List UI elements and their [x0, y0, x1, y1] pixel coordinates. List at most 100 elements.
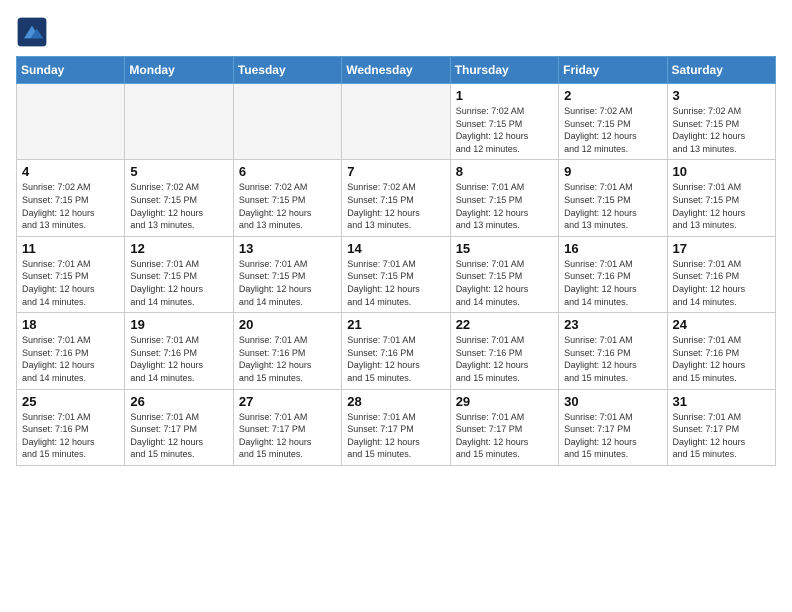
calendar-cell [342, 84, 450, 160]
calendar-cell: 4 Sunrise: 7:02 AM Sunset: 7:15 PM Daylig… [17, 160, 125, 236]
day-info: Sunrise: 7:01 AM Sunset: 7:15 PM Dayligh… [456, 181, 553, 231]
day-info: Sunrise: 7:01 AM Sunset: 7:16 PM Dayligh… [673, 334, 770, 384]
day-info: Sunrise: 7:01 AM Sunset: 7:17 PM Dayligh… [456, 411, 553, 461]
calendar-cell: 26 Sunrise: 7:01 AM Sunset: 7:17 PM Dayli… [125, 389, 233, 465]
day-number: 26 [130, 394, 227, 409]
day-number: 30 [564, 394, 661, 409]
day-info: Sunrise: 7:01 AM Sunset: 7:16 PM Dayligh… [22, 334, 119, 384]
calendar-cell [125, 84, 233, 160]
day-info: Sunrise: 7:01 AM Sunset: 7:15 PM Dayligh… [130, 258, 227, 308]
logo-icon [16, 16, 48, 48]
calendar-table: SundayMondayTuesdayWednesdayThursdayFrid… [16, 56, 776, 466]
calendar-cell: 13 Sunrise: 7:01 AM Sunset: 7:15 PM Dayli… [233, 236, 341, 312]
day-number: 5 [130, 164, 227, 179]
calendar-cell: 15 Sunrise: 7:01 AM Sunset: 7:15 PM Dayli… [450, 236, 558, 312]
weekday-header-sunday: Sunday [17, 57, 125, 84]
day-number: 29 [456, 394, 553, 409]
calendar-week-2: 4 Sunrise: 7:02 AM Sunset: 7:15 PM Daylig… [17, 160, 776, 236]
calendar-cell: 6Sunrise: 7:02 AM Sunset: 7:15 PM Daylig… [233, 160, 341, 236]
day-info: Sunrise: 7:02 AM Sunset: 7:15 PM Dayligh… [347, 181, 444, 231]
day-number: 22 [456, 317, 553, 332]
calendar-cell: 24 Sunrise: 7:01 AM Sunset: 7:16 PM Dayli… [667, 313, 775, 389]
day-info: Sunrise: 7:01 AM Sunset: 7:15 PM Dayligh… [456, 258, 553, 308]
calendar-cell: 11 Sunrise: 7:01 AM Sunset: 7:15 PM Dayli… [17, 236, 125, 312]
calendar-cell: 30 Sunrise: 7:01 AM Sunset: 7:17 PM Dayli… [559, 389, 667, 465]
day-number: 9 [564, 164, 661, 179]
calendar-cell: 7 Sunrise: 7:02 AM Sunset: 7:15 PM Daylig… [342, 160, 450, 236]
day-info: Sunrise: 7:01 AM Sunset: 7:16 PM Dayligh… [347, 334, 444, 384]
calendar-cell: 27Sunrise: 7:01 AM Sunset: 7:17 PM Dayli… [233, 389, 341, 465]
day-info: Sunrise: 7:02 AM Sunset: 7:15 PM Dayligh… [130, 181, 227, 231]
weekday-header-wednesday: Wednesday [342, 57, 450, 84]
calendar-week-5: 25 Sunrise: 7:01 AM Sunset: 7:16 PM Dayli… [17, 389, 776, 465]
calendar-week-4: 18 Sunrise: 7:01 AM Sunset: 7:16 PM Dayli… [17, 313, 776, 389]
logo [16, 16, 52, 48]
day-info: Sunrise: 7:01 AM Sunset: 7:15 PM Dayligh… [22, 258, 119, 308]
day-info: Sunrise: 7:01 AM Sunset: 7:17 PM Dayligh… [239, 411, 336, 461]
day-number: 17 [673, 241, 770, 256]
day-info: Sunrise: 7:01 AM Sunset: 7:15 PM Dayligh… [564, 181, 661, 231]
page-header [16, 16, 776, 48]
calendar-week-3: 11 Sunrise: 7:01 AM Sunset: 7:15 PM Dayli… [17, 236, 776, 312]
day-number: 18 [22, 317, 119, 332]
day-number: 13 [239, 241, 336, 256]
day-number: 11 [22, 241, 119, 256]
calendar-cell: 18 Sunrise: 7:01 AM Sunset: 7:16 PM Dayli… [17, 313, 125, 389]
calendar-cell: 16Sunrise: 7:01 AM Sunset: 7:16 PM Dayli… [559, 236, 667, 312]
weekday-header-friday: Friday [559, 57, 667, 84]
calendar-cell: 9 Sunrise: 7:01 AM Sunset: 7:15 PM Daylig… [559, 160, 667, 236]
weekday-header-monday: Monday [125, 57, 233, 84]
day-number: 14 [347, 241, 444, 256]
calendar-cell: 25 Sunrise: 7:01 AM Sunset: 7:16 PM Dayli… [17, 389, 125, 465]
day-number: 28 [347, 394, 444, 409]
day-info: Sunrise: 7:01 AM Sunset: 7:17 PM Dayligh… [564, 411, 661, 461]
calendar-cell: 1 Sunrise: 7:02 AM Sunset: 7:15 PM Daylig… [450, 84, 558, 160]
day-number: 1 [456, 88, 553, 103]
day-info: Sunrise: 7:01 AM Sunset: 7:15 PM Dayligh… [239, 258, 336, 308]
day-info: Sunrise: 7:02 AM Sunset: 7:15 PM Dayligh… [456, 105, 553, 155]
weekday-header-row: SundayMondayTuesdayWednesdayThursdayFrid… [17, 57, 776, 84]
day-number: 19 [130, 317, 227, 332]
calendar-cell: 3 Sunrise: 7:02 AM Sunset: 7:15 PM Daylig… [667, 84, 775, 160]
day-number: 21 [347, 317, 444, 332]
calendar-cell [17, 84, 125, 160]
day-number: 12 [130, 241, 227, 256]
calendar-cell: 21 Sunrise: 7:01 AM Sunset: 7:16 PM Dayli… [342, 313, 450, 389]
day-info: Sunrise: 7:01 AM Sunset: 7:16 PM Dayligh… [22, 411, 119, 461]
calendar-cell: 12 Sunrise: 7:01 AM Sunset: 7:15 PM Dayli… [125, 236, 233, 312]
calendar-cell: 28 Sunrise: 7:01 AM Sunset: 7:17 PM Dayli… [342, 389, 450, 465]
day-info: Sunrise: 7:01 AM Sunset: 7:16 PM Dayligh… [239, 334, 336, 384]
day-number: 4 [22, 164, 119, 179]
day-number: 15 [456, 241, 553, 256]
calendar-cell: 14Sunrise: 7:01 AM Sunset: 7:15 PM Dayli… [342, 236, 450, 312]
day-info: Sunrise: 7:01 AM Sunset: 7:17 PM Dayligh… [130, 411, 227, 461]
calendar-cell: 2Sunrise: 7:02 AM Sunset: 7:15 PM Daylig… [559, 84, 667, 160]
day-info: Sunrise: 7:02 AM Sunset: 7:15 PM Dayligh… [673, 105, 770, 155]
calendar-cell: 8 Sunrise: 7:01 AM Sunset: 7:15 PM Daylig… [450, 160, 558, 236]
day-number: 16 [564, 241, 661, 256]
weekday-header-thursday: Thursday [450, 57, 558, 84]
calendar-cell: 17Sunrise: 7:01 AM Sunset: 7:16 PM Dayli… [667, 236, 775, 312]
calendar-cell: 19 Sunrise: 7:01 AM Sunset: 7:16 PM Dayli… [125, 313, 233, 389]
day-info: Sunrise: 7:01 AM Sunset: 7:15 PM Dayligh… [673, 181, 770, 231]
day-info: Sunrise: 7:01 AM Sunset: 7:17 PM Dayligh… [673, 411, 770, 461]
day-number: 3 [673, 88, 770, 103]
calendar-cell: 10Sunrise: 7:01 AM Sunset: 7:15 PM Dayli… [667, 160, 775, 236]
calendar-week-1: 1 Sunrise: 7:02 AM Sunset: 7:15 PM Daylig… [17, 84, 776, 160]
day-info: Sunrise: 7:02 AM Sunset: 7:15 PM Dayligh… [22, 181, 119, 231]
day-number: 23 [564, 317, 661, 332]
day-info: Sunrise: 7:01 AM Sunset: 7:17 PM Dayligh… [347, 411, 444, 461]
day-number: 6 [239, 164, 336, 179]
weekday-header-tuesday: Tuesday [233, 57, 341, 84]
weekday-header-saturday: Saturday [667, 57, 775, 84]
day-number: 24 [673, 317, 770, 332]
day-number: 7 [347, 164, 444, 179]
day-number: 8 [456, 164, 553, 179]
calendar-cell: 5 Sunrise: 7:02 AM Sunset: 7:15 PM Daylig… [125, 160, 233, 236]
day-number: 31 [673, 394, 770, 409]
calendar-cell: 20Sunrise: 7:01 AM Sunset: 7:16 PM Dayli… [233, 313, 341, 389]
calendar-cell: 29 Sunrise: 7:01 AM Sunset: 7:17 PM Dayli… [450, 389, 558, 465]
day-number: 25 [22, 394, 119, 409]
day-info: Sunrise: 7:01 AM Sunset: 7:16 PM Dayligh… [456, 334, 553, 384]
day-info: Sunrise: 7:01 AM Sunset: 7:16 PM Dayligh… [130, 334, 227, 384]
